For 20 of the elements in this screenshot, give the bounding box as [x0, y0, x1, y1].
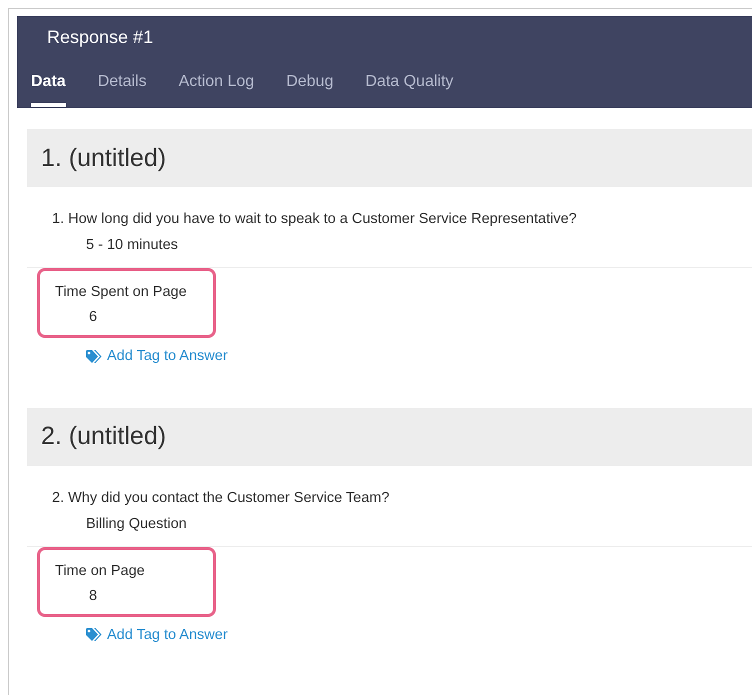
tab[interactable]: Details — [98, 73, 147, 107]
answer-text: 5 - 10 minutes — [86, 237, 179, 253]
metric-label: Time Spent on Page — [55, 284, 188, 300]
add-tag-link[interactable]: Add Tag to Answer — [86, 348, 228, 364]
tab[interactable]: Data — [31, 73, 66, 107]
tab[interactable]: Action Log — [178, 73, 254, 107]
question-text: 2. Why did you contact the Customer Service Team? — [52, 490, 390, 506]
response-title: Response #1 — [47, 26, 154, 49]
metric-label: Time on Page — [55, 562, 146, 578]
section-heading: 1. (untitled) — [27, 129, 752, 187]
tag-icon — [86, 350, 103, 362]
tag-icon — [86, 628, 103, 641]
question-text: 1. How long did you have to wait to speak to a Customer Service Representative? — [52, 211, 578, 227]
tab[interactable]: Data Quality — [365, 73, 454, 107]
metric-value: 8 — [89, 588, 98, 604]
metric-value: 6 — [89, 309, 98, 325]
tab[interactable]: Debug — [286, 73, 334, 107]
answer-text: Billing Question — [86, 516, 188, 532]
add-tag-link[interactable]: Add Tag to Answer — [86, 626, 228, 642]
section-heading: 2. (untitled) — [27, 408, 752, 466]
